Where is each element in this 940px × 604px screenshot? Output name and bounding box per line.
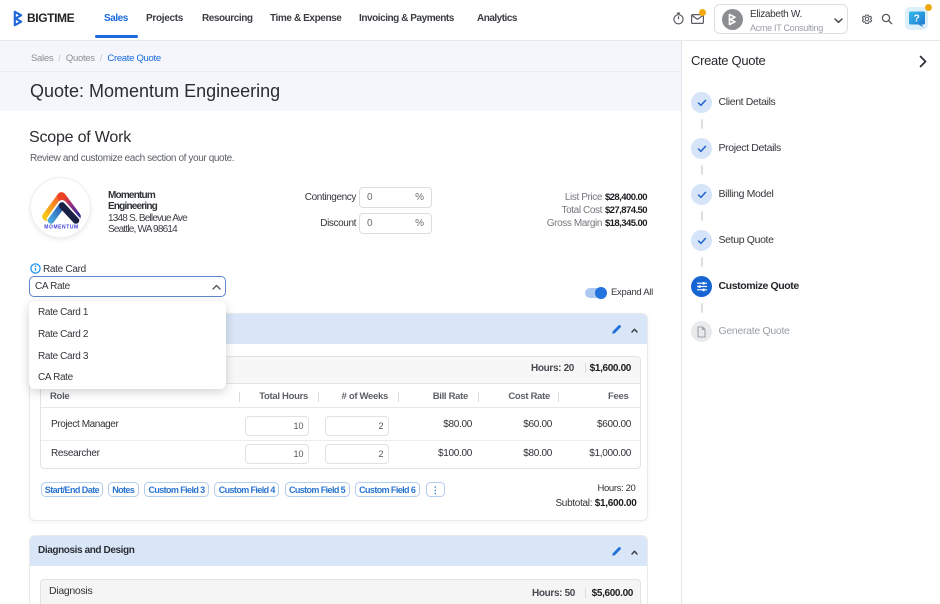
svg-text:MOMENTUM: MOMENTUM — [44, 225, 78, 231]
svg-text:?: ? — [914, 13, 920, 24]
